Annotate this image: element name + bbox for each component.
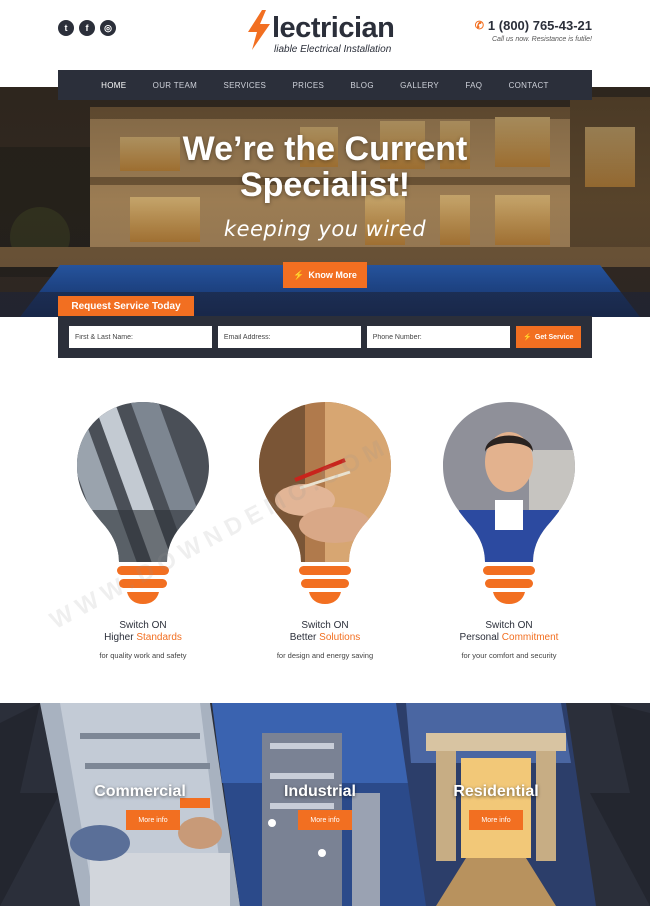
commercial-image [40, 703, 240, 906]
nav-item-gallery[interactable]: GALLERY [400, 81, 439, 90]
services-section: Commercial More info Industrial More inf… [0, 703, 650, 906]
bulb-image-wiring [259, 402, 391, 604]
hero-subtitle: keeping you wired [223, 217, 427, 241]
phone-input[interactable] [366, 326, 510, 348]
feature-card-solutions: Switch ON Better Solutions for design an… [240, 400, 410, 670]
phone-tagline: Call us now. Resistance is futile! [492, 36, 592, 43]
top-bar: t f ◎ lectrician liable Electrical Insta… [0, 0, 650, 68]
feature-title-plain: Higher [104, 632, 137, 643]
feature-title-line2: Personal Commitment [424, 632, 594, 643]
get-service-button[interactable]: ⚡ Get Service [515, 326, 581, 348]
lightning-bolt-icon: ⚡ [293, 269, 305, 280]
hero-title-line2: Specialist! [239, 166, 411, 204]
residential-more-info-button[interactable]: More info [469, 810, 523, 830]
nav-item-home[interactable]: HOME [101, 81, 126, 90]
facebook-icon[interactable]: f [79, 20, 95, 36]
nav-item-our-team[interactable]: OUR TEAM [153, 81, 197, 90]
know-more-button[interactable]: ⚡ Know More [283, 262, 367, 288]
feature-title-highlight: Standards [136, 632, 182, 643]
feature-card-commitment: Switch ON Personal Commitment for your c… [424, 400, 594, 670]
request-service-tab: Request Service Today [58, 296, 194, 316]
nav-item-services[interactable]: SERVICES [223, 81, 266, 90]
hero-title: We’re the Current Specialist! [0, 131, 650, 203]
feature-title-plain: Personal [459, 632, 502, 643]
request-service-form: ⚡ Get Service [58, 316, 592, 358]
nav-item-faq[interactable]: FAQ [465, 81, 482, 90]
service-label: Commercial [94, 783, 186, 800]
nav-item-blog[interactable]: BLOG [350, 81, 373, 90]
site-logo[interactable]: lectrician liable Electrical Installatio… [246, 8, 416, 58]
phone-contact: ✆ 1 (800) 765-43-21 Call us now. Resista… [475, 18, 592, 43]
service-residential[interactable]: Residential More info [396, 703, 596, 906]
service-label: Residential [453, 783, 539, 800]
lightning-bolt-icon: ⚡ [523, 334, 532, 341]
feature-description: for quality work and safety [99, 651, 187, 660]
logo-title: lectrician [272, 12, 395, 44]
twitter-icon[interactable]: t [58, 20, 74, 36]
main-nav: HOME OUR TEAM SERVICES PRICES BLOG GALLE… [58, 70, 592, 100]
feature-title-line1: Switch ON [485, 620, 533, 631]
instagram-icon[interactable]: ◎ [100, 20, 116, 36]
get-service-label: Get Service [534, 333, 574, 341]
bulb-image-metal [77, 402, 209, 604]
phone-number-link[interactable]: ✆ 1 (800) 765-43-21 [475, 18, 592, 33]
feature-title-line2: Better Solutions [240, 632, 410, 643]
feature-card-standards: Switch ON Higher Standards for quality w… [58, 400, 228, 670]
feature-title-line1: Switch ON [119, 620, 167, 631]
commercial-more-info-button[interactable]: More info [126, 810, 180, 830]
lightning-bolt-icon [248, 10, 270, 50]
feature-title-line1: Switch ON [301, 620, 349, 631]
residential-image [396, 703, 596, 906]
nav-item-contact[interactable]: CONTACT [509, 81, 549, 90]
phone-number: 1 (800) 765-43-21 [487, 18, 592, 33]
hero-title-line1: We’re the Current [182, 130, 468, 168]
feature-description: for design and energy saving [276, 651, 374, 660]
feature-title-plain: Better [289, 632, 320, 643]
phone-icon: ✆ [474, 20, 484, 32]
feature-title-line2: Higher Standards [58, 632, 228, 643]
social-links: t f ◎ [58, 20, 116, 36]
know-more-label: Know More [308, 270, 357, 280]
name-input[interactable] [69, 326, 212, 348]
email-input[interactable] [217, 326, 361, 348]
feature-title-highlight: Commitment [501, 632, 559, 643]
bulb-image-electrician [443, 402, 575, 604]
hero-banner: We’re the Current Specialist! keeping yo… [0, 87, 650, 317]
logo-tagline: liable Electrical Installation [274, 44, 392, 55]
feature-title-highlight: Solutions [319, 632, 361, 643]
service-commercial[interactable]: Commercial More info [40, 703, 240, 906]
feature-description: for your comfort and security [461, 651, 557, 660]
nav-item-prices[interactable]: PRICES [293, 81, 325, 90]
industrial-more-info-button[interactable]: More info [298, 810, 352, 830]
